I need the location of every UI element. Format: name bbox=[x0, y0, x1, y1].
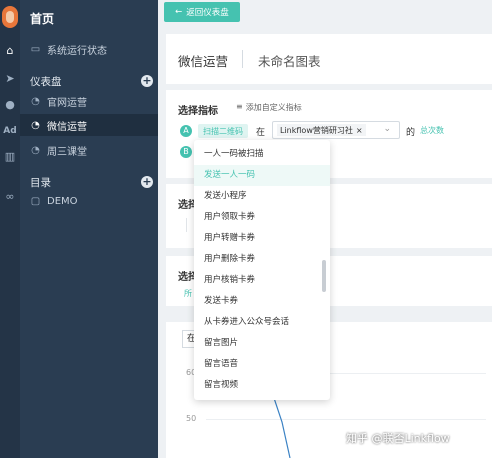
icon-rail: ⌂ ➤ ● Ad ▥ ∞ bbox=[0, 0, 20, 458]
sidebar-item-label: DEMO bbox=[47, 195, 78, 207]
chevron-down-icon: ⌄ bbox=[383, 124, 391, 134]
list-icon: ≡ bbox=[236, 102, 243, 111]
divider bbox=[186, 218, 187, 232]
sidebar-item-system-status[interactable]: ▭ 系统运行状态 bbox=[30, 40, 107, 58]
dropdown-scrollbar[interactable] bbox=[322, 260, 326, 292]
sidebar-item-label: 微信运营 bbox=[47, 121, 87, 133]
sidebar-item-dashboard[interactable]: ◔ 周三课堂 bbox=[30, 141, 87, 159]
total-count-link[interactable]: 总次数 bbox=[420, 125, 444, 136]
sidebar-item-label: 周三课堂 bbox=[47, 146, 87, 158]
of-label: 的 bbox=[406, 128, 416, 138]
dropdown-item[interactable]: 用户删除卡券 bbox=[194, 249, 330, 270]
event-dropdown: 一人一码被扫描 发送一人一码 发送小程序 用户领取卡券 用户转赠卡券 用户删除卡… bbox=[194, 140, 330, 400]
row-b-badge: B bbox=[180, 146, 192, 158]
send-icon[interactable]: ➤ bbox=[0, 72, 20, 86]
dropdown-item[interactable]: 留言图片 bbox=[194, 333, 330, 354]
link-icon[interactable]: ∞ bbox=[0, 190, 20, 204]
bar-chart-icon[interactable]: ▥ bbox=[0, 150, 20, 164]
tab-dashboard[interactable]: 微信运营 bbox=[178, 51, 228, 70]
dropdown-item[interactable]: 用户领取卡券 bbox=[194, 207, 330, 228]
account-tag-label: Linkflow营销研习社 bbox=[280, 125, 353, 135]
metric-chip[interactable]: 扫描二维码 bbox=[198, 124, 248, 138]
user-icon[interactable]: ● bbox=[0, 98, 20, 112]
chart-name-input[interactable]: 未命名图表 bbox=[258, 51, 321, 70]
section-subtitle[interactable]: 所 bbox=[184, 288, 192, 299]
sidebar-folder[interactable]: ▢ DEMO bbox=[30, 192, 78, 210]
account-tag: Linkflow营销研习社 × bbox=[277, 124, 366, 136]
sidebar-section-dashboards: 仪表盘 bbox=[30, 76, 62, 88]
add-folder-button[interactable]: + bbox=[141, 176, 153, 188]
gauge-icon: ◔ bbox=[31, 119, 40, 131]
dropdown-item[interactable]: 发送一人一码 bbox=[194, 165, 330, 186]
indicator-title: 选择指标 bbox=[178, 106, 218, 117]
sidebar-item-dashboard[interactable]: ◔ 微信运营 bbox=[30, 116, 87, 134]
sidebar-item-label: 官网运营 bbox=[47, 97, 87, 109]
dropdown-item[interactable]: 从卡券进入公众号会话 bbox=[194, 312, 330, 333]
dropdown-item[interactable]: 用户转赠卡券 bbox=[194, 228, 330, 249]
row-a-badge: A bbox=[180, 125, 192, 137]
sidebar: 首页 ▭ 系统运行状态 仪表盘 + ◔ 官网运营 ◔ 微信运营 ◔ 周三课堂 目… bbox=[20, 0, 158, 458]
sidebar-home[interactable]: 首页 bbox=[30, 10, 54, 27]
avatar[interactable] bbox=[2, 6, 18, 28]
close-icon[interactable]: × bbox=[356, 126, 363, 135]
sidebar-section-directory: 目录 bbox=[30, 177, 51, 189]
dropdown-item[interactable]: 留言语音 bbox=[194, 354, 330, 375]
gauge-icon: ◔ bbox=[31, 95, 40, 107]
sidebar-item-label: 系统运行状态 bbox=[47, 45, 107, 57]
add-custom-indicator-button[interactable]: ≡ 添加自定义指标 bbox=[236, 102, 302, 113]
ad-icon[interactable]: Ad bbox=[0, 124, 20, 138]
watermark: 知乎 @联否Linkflow bbox=[346, 432, 450, 445]
account-select[interactable]: Linkflow营销研习社 × ⌄ bbox=[272, 121, 400, 139]
home-icon[interactable]: ⌂ bbox=[0, 44, 20, 58]
arrow-left-icon: ← bbox=[175, 7, 183, 17]
series-line bbox=[271, 391, 291, 458]
tab-divider bbox=[242, 50, 243, 68]
back-to-dashboard-button[interactable]: ← 返回仪表盘 bbox=[164, 2, 240, 22]
dropdown-item[interactable]: 用户核销卡券 bbox=[194, 270, 330, 291]
dropdown-item[interactable]: 留言视频 bbox=[194, 375, 330, 396]
title-card: 微信运营 未命名图表 bbox=[166, 34, 492, 84]
in-label: 在 bbox=[256, 128, 266, 138]
dropdown-item[interactable]: 发送小程序 bbox=[194, 186, 330, 207]
back-button-label: 返回仪表盘 bbox=[186, 8, 229, 18]
dropdown-item[interactable]: 一人一码被扫描 bbox=[194, 144, 330, 165]
gauge-icon: ◔ bbox=[31, 144, 40, 156]
dropdown-item[interactable]: 发送卡券 bbox=[194, 291, 330, 312]
add-custom-label: 添加自定义指标 bbox=[245, 103, 302, 112]
monitor-icon: ▭ bbox=[30, 43, 41, 55]
folder-icon: ▢ bbox=[30, 195, 41, 207]
add-dashboard-button[interactable]: + bbox=[141, 75, 153, 87]
sidebar-item-dashboard[interactable]: ◔ 官网运营 bbox=[30, 92, 87, 110]
